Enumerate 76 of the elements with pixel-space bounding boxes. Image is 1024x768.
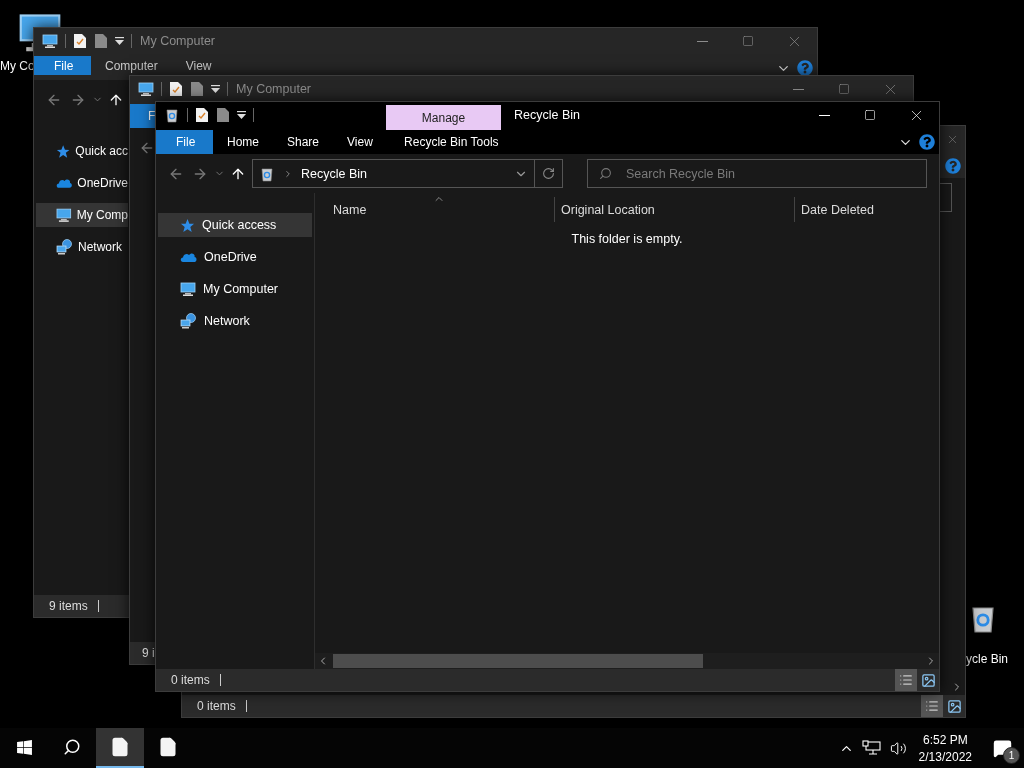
chevron-right-icon [283, 168, 293, 179]
nav-item[interactable]: My Comp [36, 203, 128, 227]
computer-icon [138, 81, 154, 97]
nav-item[interactable]: Quick acc [36, 139, 128, 163]
image-icon [946, 698, 962, 714]
customize-toolbar-icon[interactable] [115, 36, 124, 46]
network-status-icon [861, 740, 882, 756]
recycle-bin-icon [164, 107, 180, 123]
nav-item[interactable]: Network [158, 309, 312, 333]
network-icon [56, 239, 73, 255]
speaker-icon [889, 739, 907, 757]
refresh-button[interactable] [535, 159, 563, 188]
window-title: Recycle Bin [514, 107, 580, 124]
file-tab[interactable]: F [130, 104, 155, 128]
maximize-icon [864, 109, 876, 121]
file-tab[interactable]: File [34, 56, 91, 75]
customize-toolbar-icon[interactable] [211, 84, 220, 94]
window-title: My Computer [236, 81, 312, 98]
list-icon [925, 699, 939, 713]
details-view-button[interactable] [921, 695, 943, 717]
search-icon [599, 167, 612, 180]
column-header[interactable]: Name [315, 197, 555, 222]
ribbon-tab[interactable]: Share [273, 130, 334, 154]
nav-item[interactable]: My Computer [158, 277, 312, 301]
notifications-button[interactable]: 1 [980, 728, 1024, 768]
desktop-icon-label[interactable]: ycle Bin [966, 652, 1009, 666]
recycle-bin-icon [259, 165, 275, 182]
nav-item[interactable]: Quick access [158, 213, 312, 237]
minimize-icon [696, 40, 708, 42]
computer-icon [180, 281, 196, 297]
ribbon-tab[interactable]: View [333, 130, 387, 154]
start-icon [15, 738, 33, 756]
nav-item[interactable]: OneDrive [158, 245, 312, 269]
context-tab-group: Manage [386, 105, 501, 130]
column-header[interactable]: Date Deleted [795, 197, 939, 222]
document-icon [110, 737, 130, 757]
star-icon [56, 143, 71, 159]
minimize-icon [792, 88, 804, 90]
address-bar[interactable]: Recycle Bin [252, 159, 535, 188]
ribbon-tab[interactable]: Recycle Bin Tools [386, 130, 502, 154]
list-icon [899, 673, 913, 687]
maximize-icon [838, 83, 850, 95]
status-text: 0 items [197, 699, 236, 713]
network-icon [180, 313, 197, 329]
ribbon-tab[interactable]: Home [213, 130, 273, 154]
search-icon [63, 738, 81, 756]
refresh-icon [542, 167, 555, 180]
column-header[interactable]: Original Location [555, 197, 795, 222]
cloud-icon [180, 251, 197, 263]
star-icon [180, 217, 195, 233]
details-view-button[interactable] [895, 669, 917, 691]
maximize-icon [742, 35, 754, 47]
help-icon[interactable] [797, 60, 813, 76]
ribbon-tab[interactable]: Computer [91, 56, 172, 75]
ribbon-tab[interactable]: View [171, 56, 226, 75]
computer-icon [56, 207, 72, 223]
file-tab[interactable]: File [156, 130, 213, 154]
minimize-icon [818, 114, 830, 116]
document-icon [158, 737, 178, 757]
empty-folder-message: This folder is empty. [571, 232, 683, 246]
status-text: 9 items [49, 599, 88, 613]
clock[interactable]: 6:52 PM 2/13/2022 [910, 728, 980, 768]
search-field[interactable]: Search Recycle Bin [587, 159, 927, 188]
window-title: My Computer [140, 33, 216, 50]
status-text: 0 items [171, 673, 210, 687]
customize-toolbar-icon[interactable] [237, 110, 246, 120]
image-icon [920, 672, 936, 688]
notification-badge: 1 [1003, 747, 1020, 764]
nav-item[interactable]: OneDrive [36, 171, 128, 195]
status-text: 9 i [142, 646, 155, 660]
help-icon[interactable] [919, 134, 935, 150]
cloud-icon [56, 177, 73, 189]
help-icon[interactable] [945, 158, 961, 174]
scrollbar-thumb[interactable] [333, 654, 703, 668]
taskbar-app-button[interactable] [96, 728, 144, 768]
nav-item[interactable]: Network [36, 235, 128, 259]
